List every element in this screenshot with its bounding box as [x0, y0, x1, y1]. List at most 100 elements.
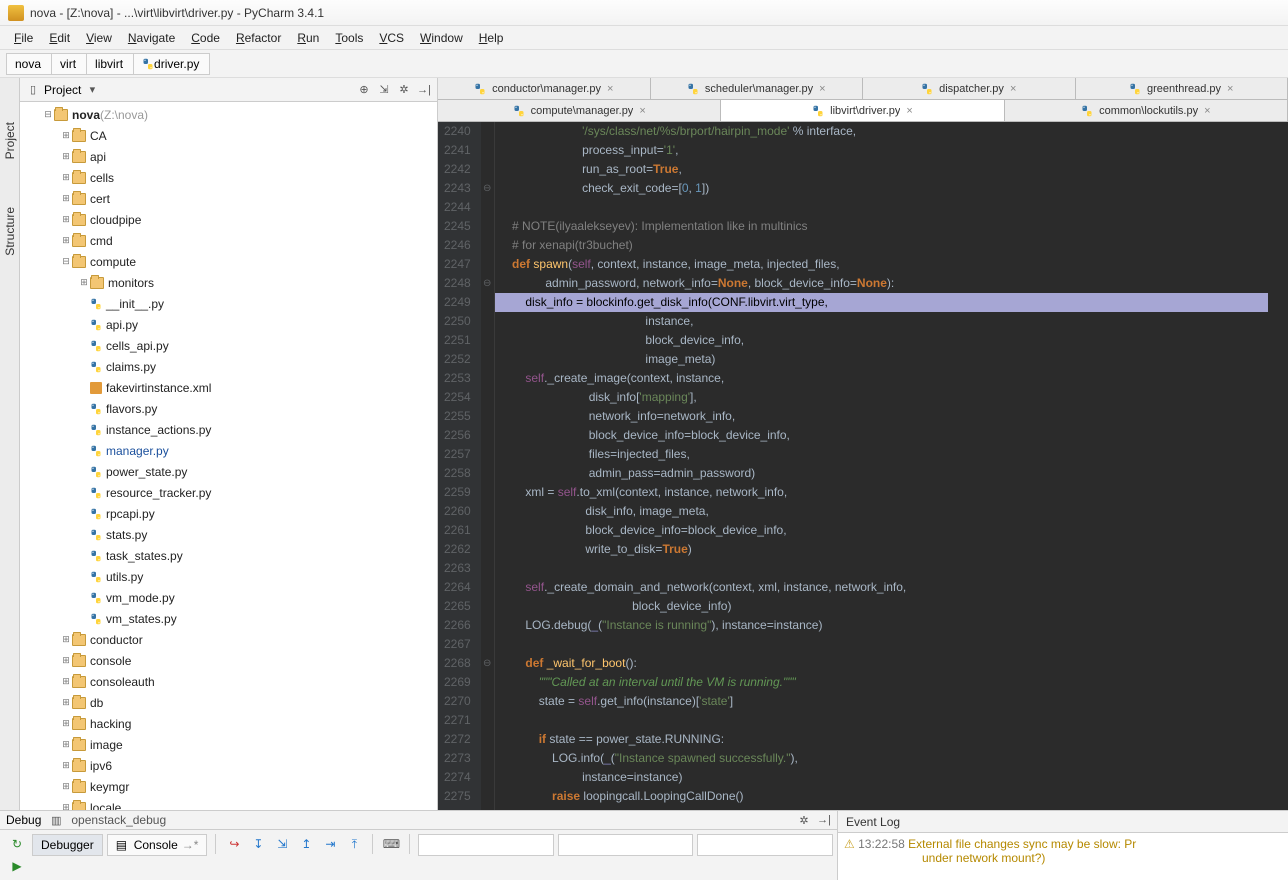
step-out-button[interactable]: ↥ — [296, 834, 316, 854]
tree-item-conductor[interactable]: ⊞conductor — [20, 629, 437, 650]
rerun-button[interactable]: ↻ — [7, 834, 27, 854]
tree-item-db[interactable]: ⊞db — [20, 692, 437, 713]
editor-tab[interactable]: scheduler\manager.py× — [651, 78, 864, 99]
expander-icon[interactable]: ⊟ — [60, 256, 72, 267]
tree-item-api.py[interactable]: api.py — [20, 314, 437, 335]
breadcrumb-libvirt[interactable]: libvirt — [86, 53, 134, 75]
tree-item-ipv6[interactable]: ⊞ipv6 — [20, 755, 437, 776]
event-log-body[interactable]: ⚠ 13:22:58 External file changes sync ma… — [838, 833, 1288, 880]
hide-icon[interactable]: →| — [817, 813, 831, 827]
gear-icon[interactable]: ✲ — [797, 813, 811, 827]
breadcrumb-nova[interactable]: nova — [6, 53, 52, 75]
expander-icon[interactable]: ⊞ — [60, 697, 72, 708]
editor-tab[interactable]: common\lockutils.py× — [1005, 100, 1288, 121]
tree-item-image[interactable]: ⊞image — [20, 734, 437, 755]
tree-item-cmd[interactable]: ⊞cmd — [20, 230, 437, 251]
close-icon[interactable]: × — [607, 83, 613, 95]
expander-icon[interactable]: ⊞ — [60, 718, 72, 729]
editor-tab[interactable]: compute\manager.py× — [438, 100, 721, 121]
code-editor[interactable]: 2240224122422243224422452246224722482249… — [438, 122, 1288, 810]
expander-icon[interactable]: ⊞ — [60, 676, 72, 687]
tree-item-flavors.py[interactable]: flavors.py — [20, 398, 437, 419]
evaluate-button[interactable]: ⤒ — [344, 834, 364, 854]
expander-icon[interactable]: ⊞ — [78, 277, 90, 288]
expander-icon[interactable]: ⊞ — [60, 235, 72, 246]
tree-item-cert[interactable]: ⊞cert — [20, 188, 437, 209]
tree-item-consoleauth[interactable]: ⊞consoleauth — [20, 671, 437, 692]
debugger-tab[interactable]: Debugger — [32, 834, 103, 856]
fold-gutter[interactable]: ⊖⊖⊖ — [481, 122, 495, 810]
tree-item-cells[interactable]: ⊞cells — [20, 167, 437, 188]
tree-item-console[interactable]: ⊞console — [20, 650, 437, 671]
editor-tab[interactable]: conductor\manager.py× — [438, 78, 651, 99]
tree-item-CA[interactable]: ⊞CA — [20, 125, 437, 146]
chevron-down-icon[interactable]: ▾ — [85, 83, 99, 97]
close-icon[interactable]: × — [819, 83, 825, 95]
tree-item-api[interactable]: ⊞api — [20, 146, 437, 167]
menu-view[interactable]: View — [78, 29, 120, 47]
expander-icon[interactable]: ⊞ — [60, 802, 72, 810]
tree-item-cloudpipe[interactable]: ⊞cloudpipe — [20, 209, 437, 230]
tree-item-vm_mode.py[interactable]: vm_mode.py — [20, 587, 437, 608]
tree-item-manager.py[interactable]: manager.py — [20, 440, 437, 461]
tree-item-compute[interactable]: ⊟compute — [20, 251, 437, 272]
resume-button[interactable]: ▶ — [7, 856, 27, 876]
gear-icon[interactable]: ✲ — [397, 83, 411, 97]
collapse-icon[interactable]: ⇲ — [377, 83, 391, 97]
console-tab[interactable]: ▤ Console →* — [107, 834, 208, 856]
variables-box[interactable] — [558, 834, 694, 856]
menu-window[interactable]: Window — [412, 29, 471, 47]
expander-icon[interactable]: ⊞ — [60, 193, 72, 204]
tree-item-claims.py[interactable]: claims.py — [20, 356, 437, 377]
tree-item-rpcapi.py[interactable]: rpcapi.py — [20, 503, 437, 524]
expander-icon[interactable]: ⊞ — [60, 634, 72, 645]
close-icon[interactable]: × — [1227, 83, 1233, 95]
project-tree[interactable]: ⊟nova (Z:\nova)⊞CA⊞api⊞cells⊞cert⊞cloudp… — [20, 102, 437, 810]
expander-icon[interactable]: ⊞ — [60, 739, 72, 750]
menu-tools[interactable]: Tools — [327, 29, 371, 47]
tree-item-fakevirtinstance.xml[interactable]: fakevirtinstance.xml — [20, 377, 437, 398]
menu-help[interactable]: Help — [471, 29, 512, 47]
step-into-button[interactable]: ↧ — [248, 834, 268, 854]
tree-item-locale[interactable]: ⊞locale — [20, 797, 437, 810]
tree-item-task_states.py[interactable]: task_states.py — [20, 545, 437, 566]
force-step-into-button[interactable]: ⇲ — [272, 834, 292, 854]
hide-icon[interactable]: →| — [417, 83, 431, 97]
tree-item-utils.py[interactable]: utils.py — [20, 566, 437, 587]
expander-icon[interactable]: ⊞ — [60, 760, 72, 771]
tree-item-monitors[interactable]: ⊞monitors — [20, 272, 437, 293]
calculator-icon[interactable]: ⌨ — [381, 834, 401, 854]
tree-item-nova[interactable]: ⊟nova (Z:\nova) — [20, 104, 437, 125]
close-icon[interactable]: × — [1010, 83, 1016, 95]
expander-icon[interactable]: ⊞ — [60, 781, 72, 792]
step-over-button[interactable]: ↪ — [224, 834, 244, 854]
menu-navigate[interactable]: Navigate — [120, 29, 183, 47]
editor-tab[interactable]: greenthread.py× — [1076, 78, 1288, 99]
menu-refactor[interactable]: Refactor — [228, 29, 289, 47]
close-icon[interactable]: × — [1204, 105, 1210, 117]
tool-tab-structure[interactable]: Structure — [1, 203, 19, 260]
expander-icon[interactable]: ⊞ — [60, 214, 72, 225]
locate-icon[interactable]: ⊕ — [357, 83, 371, 97]
menu-code[interactable]: Code — [183, 29, 228, 47]
editor-tab[interactable]: libvirt\driver.py× — [721, 100, 1004, 121]
tree-item-cells_api.py[interactable]: cells_api.py — [20, 335, 437, 356]
breadcrumb-driver.py[interactable]: driver.py — [133, 53, 210, 75]
tree-item-hacking[interactable]: ⊞hacking — [20, 713, 437, 734]
run-to-cursor-button[interactable]: ⇥ — [320, 834, 340, 854]
tree-item-resource_tracker.py[interactable]: resource_tracker.py — [20, 482, 437, 503]
tree-item-power_state.py[interactable]: power_state.py — [20, 461, 437, 482]
tree-item-vm_states.py[interactable]: vm_states.py — [20, 608, 437, 629]
editor-tab[interactable]: dispatcher.py× — [863, 78, 1076, 99]
expander-icon[interactable]: ⊞ — [60, 130, 72, 141]
menu-file[interactable]: File — [6, 29, 41, 47]
code-content[interactable]: '/sys/class/net/%s/brport/hairpin_mode' … — [495, 122, 1288, 810]
frames-box[interactable] — [418, 834, 554, 856]
close-icon[interactable]: × — [906, 105, 912, 117]
expander-icon[interactable]: ⊞ — [60, 655, 72, 666]
close-icon[interactable]: × — [639, 105, 645, 117]
breadcrumb-virt[interactable]: virt — [51, 53, 87, 75]
expander-icon[interactable]: ⊟ — [42, 109, 54, 120]
tree-item-instance_actions.py[interactable]: instance_actions.py — [20, 419, 437, 440]
menu-vcs[interactable]: VCS — [371, 29, 412, 47]
